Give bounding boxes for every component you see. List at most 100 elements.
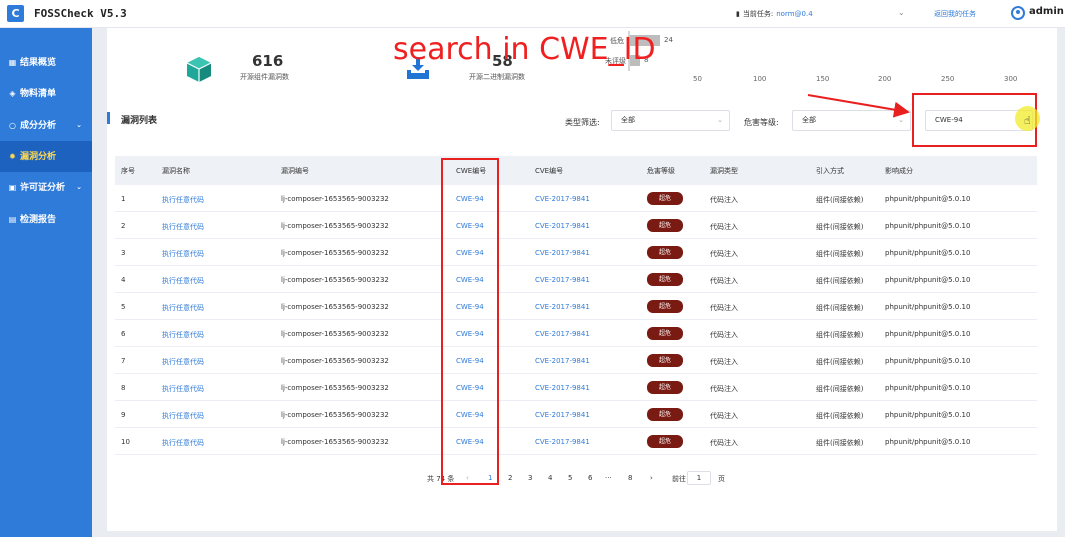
- report-icon: ▤: [8, 215, 17, 224]
- cell-index: 9: [121, 411, 126, 419]
- back-to-my-tasks-link[interactable]: 返回我的任务: [934, 9, 976, 19]
- cell-cve-id[interactable]: CVE-2017-9841: [535, 303, 590, 311]
- cwe-column-highlight-box: [441, 158, 499, 485]
- cell-vuln-name[interactable]: 执行任意代码: [162, 330, 204, 340]
- cell-vuln-id: lj-composer-1653565-9003232: [281, 195, 389, 203]
- cell-cve-id[interactable]: CVE-2017-9841: [535, 384, 590, 392]
- cell-vuln-name[interactable]: 执行任意代码: [162, 222, 204, 232]
- table-row: 2 执行任意代码 lj-composer-1653565-9003232 CWE-94…: [115, 212, 1037, 239]
- cell-cve-id[interactable]: CVE-2017-9841: [535, 276, 590, 284]
- cell-component: phpunit/phpunit@5.0.10: [885, 249, 971, 257]
- cell-index: 6: [121, 330, 126, 338]
- next-page-icon[interactable]: ›: [650, 474, 653, 482]
- cell-vuln-name[interactable]: 执行任意代码: [162, 357, 204, 367]
- cell-cve-id[interactable]: CVE-2017-9841: [535, 357, 590, 365]
- annotation-text: search in CWE_ID: [393, 32, 656, 67]
- goto-page-input[interactable]: 1: [687, 471, 711, 485]
- sidebar-item-license[interactable]: ▣ 许可证分析 ⌄: [0, 172, 92, 203]
- level-filter-value: 全部: [802, 116, 816, 124]
- current-task[interactable]: ▮ 当前任务: norm@0.4: [736, 9, 813, 19]
- page-button[interactable]: 8: [628, 474, 632, 482]
- column-header: 引入方式: [816, 167, 844, 175]
- cell-vuln-id: lj-composer-1653565-9003232: [281, 276, 389, 284]
- severity-badge: 超危: [647, 327, 683, 340]
- cell-cve-id[interactable]: CVE-2017-9841: [535, 222, 590, 230]
- section-title: 漏洞列表: [121, 116, 158, 126]
- cell-vuln-type: 代码注入: [710, 331, 738, 339]
- type-filter-label: 类型筛选:: [565, 118, 600, 127]
- circle-icon: ○: [9, 121, 16, 130]
- cell-intro-method: 组件(间接依赖): [816, 277, 864, 285]
- cell-vuln-type: 代码注入: [710, 304, 738, 312]
- table-row: 9 执行任意代码 lj-composer-1653565-9003232 CWE-94…: [115, 401, 1037, 428]
- cell-cve-id[interactable]: CVE-2017-9841: [535, 411, 590, 419]
- table-row: 6 执行任意代码 lj-composer-1653565-9003232 CWE-94…: [115, 320, 1037, 347]
- cell-vuln-name[interactable]: 执行任意代码: [162, 411, 204, 421]
- level-filter-label: 危害等级:: [744, 118, 779, 127]
- component-vuln-count: 616: [252, 52, 284, 70]
- task-chevron-down-icon[interactable]: ⌄: [898, 8, 905, 17]
- cell-component: phpunit/phpunit@5.0.10: [885, 330, 971, 338]
- severity-badge: 超危: [647, 192, 683, 205]
- cell-vuln-type: 代码注入: [710, 196, 738, 204]
- table-row: 3 执行任意代码 lj-composer-1653565-9003232 CWE-94…: [115, 239, 1037, 266]
- page-button[interactable]: 6: [588, 474, 592, 482]
- sidebar: ▦ 结果概览 ◈ 物料清单 ○ 成分分析 ⌄ ✹ 漏洞分析 ▣ 许可证分析 ⌄ ▤ 检测报告: [0, 28, 92, 537]
- severity-badge: 超危: [647, 273, 683, 286]
- cell-vuln-name[interactable]: 执行任意代码: [162, 195, 204, 205]
- bug-icon: ✹: [9, 152, 16, 161]
- cell-vuln-id: lj-composer-1653565-9003232: [281, 438, 389, 446]
- chevron-down-icon: ⌄: [76, 183, 82, 191]
- sidebar-item-bom[interactable]: ◈ 物料清单: [0, 78, 92, 109]
- sidebar-item-report[interactable]: ▤ 检测报告: [0, 204, 92, 235]
- goto-suffix: 页: [718, 475, 725, 483]
- sidebar-item-overview[interactable]: ▦ 结果概览: [0, 47, 92, 78]
- sidebar-item-label: 检测报告: [20, 215, 57, 225]
- cell-intro-method: 组件(间接依赖): [816, 304, 864, 312]
- severity-badge: 超危: [647, 435, 683, 448]
- cell-index: 8: [121, 384, 126, 392]
- cell-vuln-type: 代码注入: [710, 439, 738, 447]
- cell-vuln-name[interactable]: 执行任意代码: [162, 249, 204, 259]
- cell-vuln-type: 代码注入: [710, 250, 738, 258]
- cell-cve-id[interactable]: CVE-2017-9841: [535, 330, 590, 338]
- cell-component: phpunit/phpunit@5.0.10: [885, 384, 971, 392]
- cell-vuln-name[interactable]: 执行任意代码: [162, 276, 204, 286]
- chart-tick-label: 250: [941, 75, 955, 83]
- cell-vuln-id: lj-composer-1653565-9003232: [281, 249, 389, 257]
- grid-icon: ▦: [8, 58, 17, 67]
- cell-cve-id[interactable]: CVE-2017-9841: [535, 438, 590, 446]
- chart-tick-label: 200: [878, 75, 892, 83]
- column-header: 漏洞名称: [162, 167, 190, 175]
- type-filter-select[interactable]: 全部 ⌄: [611, 110, 730, 131]
- cell-intro-method: 组件(间接依赖): [816, 412, 864, 420]
- content-card: 616 开源组件漏洞数 58 开源二进制漏洞数 低危 未评级 24 8 50 1…: [107, 28, 1057, 531]
- cell-component: phpunit/phpunit@5.0.10: [885, 222, 971, 230]
- cell-vuln-name[interactable]: 执行任意代码: [162, 303, 204, 313]
- page-button[interactable]: 2: [508, 474, 512, 482]
- task-flag-icon: ▮: [736, 10, 740, 18]
- page-button[interactable]: 3: [528, 474, 532, 482]
- cell-cve-id[interactable]: CVE-2017-9841: [535, 249, 590, 257]
- cell-vuln-name[interactable]: 执行任意代码: [162, 384, 204, 394]
- column-header: 漏洞类型: [710, 167, 738, 175]
- column-header: 漏洞编号: [281, 167, 309, 175]
- cell-index: 1: [121, 195, 126, 203]
- cell-vuln-name[interactable]: 执行任意代码: [162, 438, 204, 448]
- severity-badge: 超危: [647, 408, 683, 421]
- box-icon: ◈: [9, 89, 16, 98]
- page-button[interactable]: 5: [568, 474, 572, 482]
- table-row: 1 执行任意代码 lj-composer-1653565-9003232 CWE-94…: [115, 185, 1037, 212]
- cell-cve-id[interactable]: CVE-2017-9841: [535, 195, 590, 203]
- page-ellipsis[interactable]: ···: [605, 474, 612, 482]
- cell-intro-method: 组件(间接依赖): [816, 439, 864, 447]
- sidebar-item-composition[interactable]: ○ 成分分析 ⌄: [0, 110, 92, 141]
- chart-tick-label: 150: [816, 75, 830, 83]
- cell-component: phpunit/phpunit@5.0.10: [885, 195, 971, 203]
- chart-tick-label: 100: [753, 75, 767, 83]
- sidebar-item-vulnerability[interactable]: ✹ 漏洞分析: [0, 141, 92, 172]
- level-filter-select[interactable]: 全部 ⌄: [792, 110, 911, 131]
- cell-component: phpunit/phpunit@5.0.10: [885, 438, 971, 446]
- chevron-down-icon: ⌄: [898, 116, 904, 124]
- page-button[interactable]: 4: [548, 474, 552, 482]
